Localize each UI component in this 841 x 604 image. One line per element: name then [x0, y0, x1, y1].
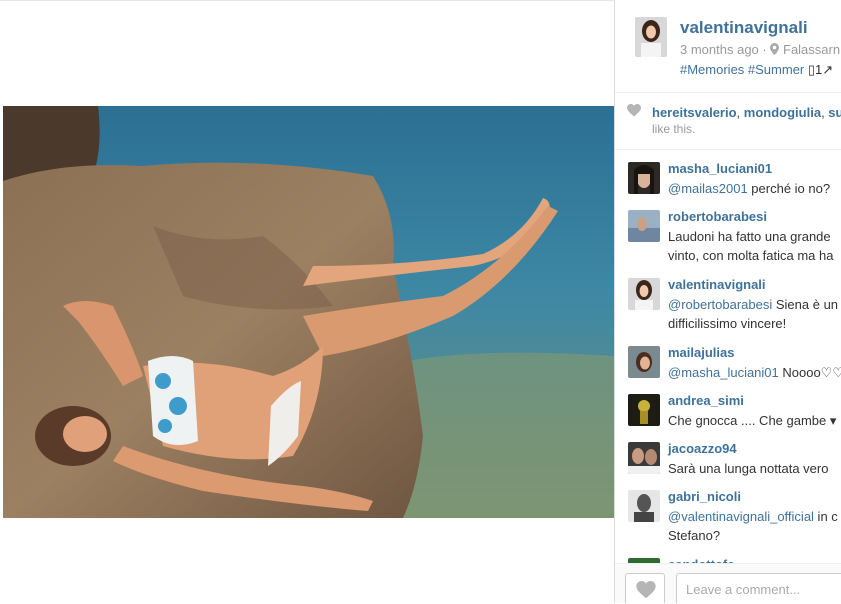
- comment-text: @mailas2001 perché io no?: [668, 181, 831, 196]
- comment-text: @valentinavignali_official in c Stefano?: [668, 509, 838, 543]
- comment-avatar[interactable]: [628, 442, 660, 474]
- liker-link[interactable]: mondogiulia: [744, 105, 821, 120]
- likes-tail-text: like this.: [652, 122, 696, 136]
- likes-section: [615, 93, 841, 150]
- author-username[interactable]: valentinavignali: [680, 18, 808, 38]
- comment-username[interactable]: valentinavignali: [668, 277, 766, 292]
- comment-username[interactable]: robertobarabesi: [668, 209, 767, 224]
- like-button[interactable]: [625, 573, 665, 603]
- comment-username[interactable]: jacoazzo94: [668, 441, 737, 456]
- comment-avatar[interactable]: [628, 490, 660, 522]
- comment-text: Che gnocca .... Che gambe ▾: [668, 413, 837, 428]
- caption-hashtags[interactable]: #Memories #Summer: [680, 62, 808, 77]
- comment-avatar[interactable]: [628, 210, 660, 242]
- post-sidebar: valentinavignali 3 months ago · Falassar…: [614, 0, 841, 603]
- comment-text: Sarà una lunga nottata vero: [668, 461, 829, 476]
- caption-emoji: ▯1↗: [807, 62, 834, 77]
- comment-avatar[interactable]: [628, 162, 660, 194]
- comment-mention[interactable]: @mailas2001: [668, 181, 748, 196]
- author-avatar[interactable]: [635, 17, 667, 57]
- comment-mention[interactable]: @masha_luciani01: [668, 365, 779, 380]
- comment-avatar[interactable]: [628, 346, 660, 378]
- likers-list: hereitsvalerio, mondogiulia, su: [652, 105, 841, 120]
- comment-text: @robertobarabesi Siena è un difficilissim…: [668, 297, 839, 331]
- liker-link[interactable]: su: [828, 105, 841, 120]
- comment-username[interactable]: mailajulias: [668, 345, 734, 360]
- post-location[interactable]: Falassarn: [783, 42, 840, 57]
- post-caption: #Memories #Summer ▯1↗: [680, 62, 833, 78]
- comment-mention[interactable]: @valentinavignali_official: [668, 509, 814, 524]
- meta-separator: ·: [762, 42, 767, 57]
- post-photo-image: [3, 106, 614, 518]
- likes-heart-icon: [627, 104, 641, 122]
- comments-list: masha_luciani01 @mailas2001 perché io no…: [615, 150, 841, 590]
- comment-username[interactable]: gabri_nicoli: [668, 489, 741, 504]
- liker-link[interactable]: hereitsvalerio: [652, 105, 737, 120]
- heart-icon: [636, 581, 656, 599]
- post-photo[interactable]: [3, 106, 614, 518]
- comment-username[interactable]: masha_luciani01: [668, 161, 772, 176]
- comment-avatar[interactable]: [628, 394, 660, 426]
- comment-avatar[interactable]: [628, 278, 660, 310]
- comment-text: @masha_luciani01 Noooo♡♡: [668, 365, 841, 380]
- comment-text: Laudoni ha fatto una grande vinto, con mo…: [668, 229, 834, 263]
- location-pin-icon: [770, 42, 783, 57]
- comment-username[interactable]: andrea_simi: [668, 393, 744, 408]
- comment-input[interactable]: [676, 573, 841, 603]
- post-time[interactable]: 3 months ago: [680, 42, 759, 57]
- author-avatar-image: [635, 17, 667, 57]
- comment-mention[interactable]: @robertobarabesi: [668, 297, 772, 312]
- post-meta: 3 months ago · Falassarn: [680, 42, 840, 57]
- photo-pane: [0, 0, 614, 604]
